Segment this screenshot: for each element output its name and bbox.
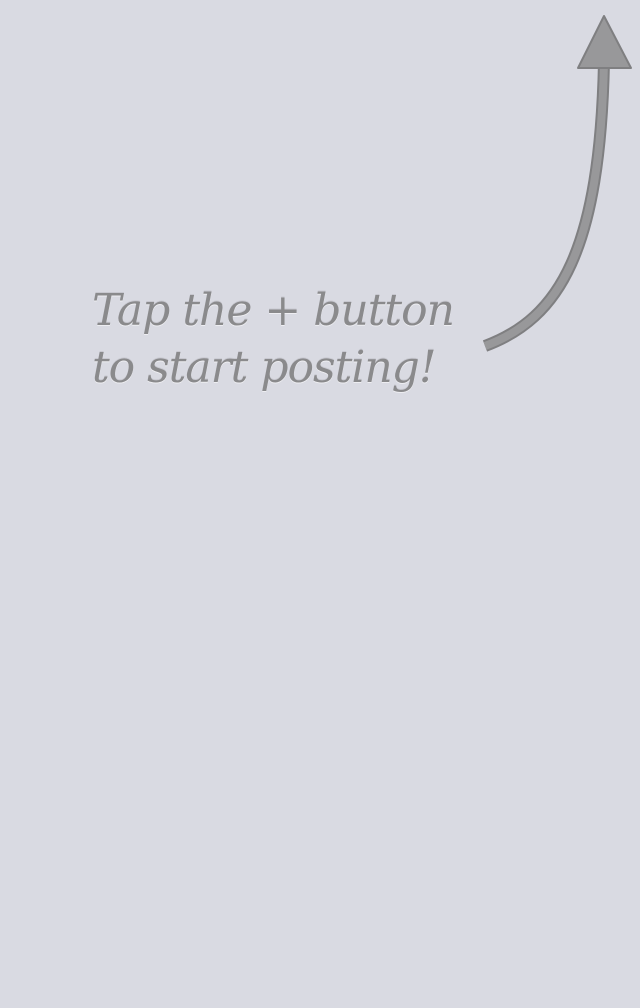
hint-line-1: Tap the + button: [92, 285, 455, 336]
empty-state-hint: Tap the + button to start posting!: [92, 282, 472, 396]
arrow-head: [577, 15, 632, 69]
empty-feed-screen: Tap the + button to start posting!: [0, 0, 640, 1008]
hint-line-2: to start posting!: [92, 342, 437, 393]
